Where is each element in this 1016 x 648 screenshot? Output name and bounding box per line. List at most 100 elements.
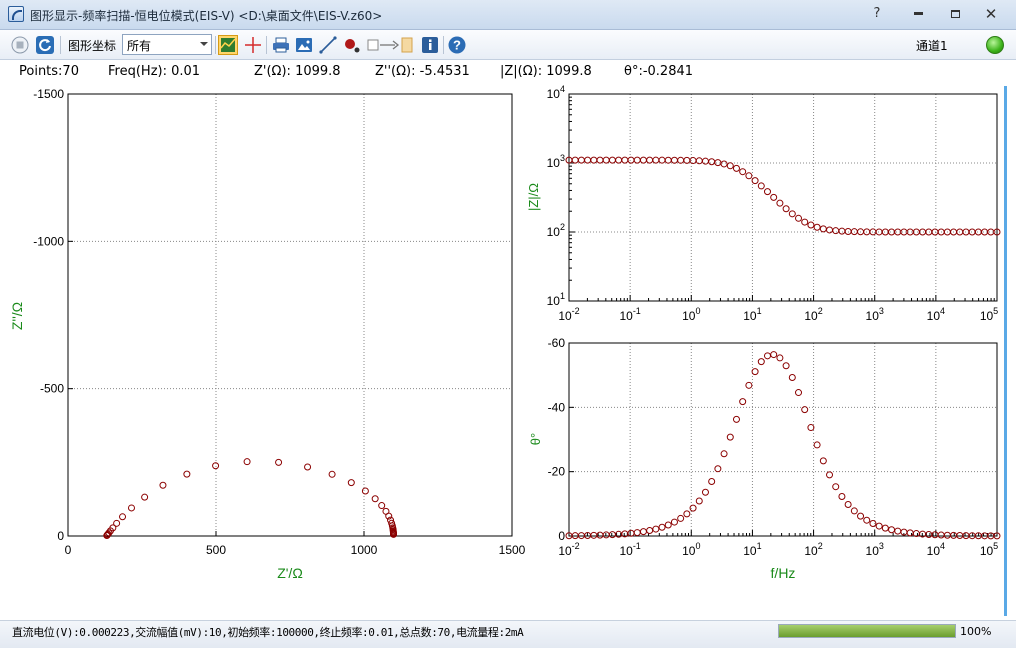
help-window-button[interactable]: ? — [862, 4, 892, 24]
bode-phase-y-tick-label: -20 — [548, 465, 566, 479]
data-point — [844, 227, 852, 235]
nyquist-x-tick-label: 1500 — [499, 543, 526, 557]
close-button[interactable]: ✕ — [976, 4, 1006, 24]
bode-phase-x-tick-label: 103 — [866, 541, 884, 558]
nyquist-x-axis-label: Z'/Ω — [277, 565, 303, 581]
data-point — [770, 193, 778, 201]
data-point — [801, 218, 809, 226]
data-point — [608, 156, 616, 164]
crosshair-icon[interactable] — [243, 35, 263, 55]
info-icon[interactable] — [420, 35, 440, 55]
image-icon[interactable] — [294, 35, 314, 55]
stop-icon[interactable] — [10, 35, 30, 55]
data-point — [937, 531, 945, 539]
export-arrow-icon[interactable] — [367, 35, 415, 55]
minimize-button[interactable] — [903, 4, 933, 24]
data-point — [881, 524, 889, 532]
data-point — [639, 156, 647, 164]
data-point — [745, 172, 753, 180]
data-point — [739, 168, 747, 176]
data-point — [776, 354, 784, 362]
data-point — [664, 521, 672, 529]
bode-modulus-y-tick-label: 101 — [547, 291, 565, 308]
plot-canvas[interactable]: 0 500 1000 1500-1500-1000-5000Z'/ΩZ''/Ω 10-2… — [0, 84, 1016, 620]
title-bar: 图形显示-频率扫描-恒电位模式(EIS-V) <D:\桌面文件\EIS-V.z6… — [0, 0, 1016, 30]
data-point — [807, 221, 815, 229]
progress-fill — [779, 625, 955, 637]
bode-phase-x-tick-label: 105 — [980, 541, 998, 558]
data-point — [708, 478, 716, 486]
data-point — [141, 493, 149, 501]
marker-tool-icon[interactable] — [342, 35, 362, 55]
coord-select[interactable]: 所有 — [122, 34, 212, 55]
bode-modulus-x-tick-label: 101 — [743, 306, 761, 323]
data-point — [627, 156, 635, 164]
data-point — [596, 156, 604, 164]
maximize-button[interactable] — [940, 4, 970, 24]
nyquist-x-tick-label: 0 — [65, 543, 72, 557]
readout-z-real: Z'(Ω): 1099.8 — [254, 64, 341, 79]
svg-text:?: ? — [453, 38, 461, 53]
toolbar-separator — [266, 36, 267, 54]
data-point — [695, 157, 703, 165]
readout-theta: θ°:-0.2841 — [624, 64, 694, 79]
coord-label: 图形坐标 — [68, 39, 117, 53]
data-point — [900, 228, 908, 236]
data-point — [788, 210, 796, 218]
scrollbar[interactable] — [1004, 86, 1007, 616]
data-point — [763, 352, 771, 360]
data-point — [577, 156, 585, 164]
data-point — [243, 458, 251, 466]
data-point — [683, 510, 691, 518]
data-point — [670, 518, 678, 526]
bode-modulus-x-tick-label: 100 — [682, 306, 700, 323]
data-point — [371, 495, 379, 503]
data-point — [602, 156, 610, 164]
data-point — [347, 479, 355, 487]
chart-view-icon[interactable] — [218, 35, 238, 55]
data-point — [826, 226, 834, 234]
data-point — [832, 483, 840, 491]
bode-modulus-y-tick-label: 102 — [547, 222, 565, 239]
bode-modulus-x-tick-label: 10-1 — [619, 306, 640, 323]
data-point — [677, 514, 685, 522]
data-point — [844, 500, 852, 508]
print-icon[interactable] — [271, 35, 291, 55]
bode-modulus-x-tick-label: 102 — [804, 306, 822, 323]
data-point — [857, 512, 865, 520]
window-title: 图形显示-频率扫描-恒电位模式(EIS-V) <D:\桌面文件\EIS-V.z6… — [30, 9, 383, 23]
readout-points: Points:70 — [19, 64, 79, 79]
bode-phase-y-axis-label: θ° — [528, 433, 543, 445]
data-point — [795, 214, 803, 222]
readout-z-mod: |Z|(Ω): 1099.8 — [500, 64, 592, 79]
data-point — [782, 362, 790, 370]
data-point — [906, 529, 914, 537]
bode-modulus-y-tick-label: 103 — [547, 153, 565, 170]
data-point — [788, 374, 796, 382]
data-point — [127, 504, 135, 512]
data-point — [590, 531, 598, 539]
data-point — [658, 156, 666, 164]
data-point — [677, 156, 685, 164]
line-tool-icon[interactable] — [318, 35, 338, 55]
data-point — [795, 389, 803, 397]
data-point — [633, 529, 641, 537]
data-point — [888, 526, 896, 534]
data-point — [664, 156, 672, 164]
data-point — [757, 182, 765, 190]
data-point — [670, 156, 678, 164]
data-point — [627, 529, 635, 537]
help-icon[interactable]: ? — [447, 35, 467, 55]
data-point — [714, 465, 722, 473]
data-point — [732, 415, 740, 423]
data-point — [639, 528, 647, 536]
bode-phase-frame — [568, 342, 998, 537]
nyquist-x-tick-label: 500 — [206, 543, 226, 557]
bode-phase-x-tick-label: 104 — [927, 541, 945, 558]
data-point — [159, 481, 167, 489]
nyquist-y-axis-label: Z''/Ω — [9, 302, 25, 330]
data-point — [770, 351, 778, 359]
toolbar: 图形坐标 所有 ? 通道1 — [0, 30, 1016, 60]
refresh-icon[interactable] — [35, 35, 55, 55]
data-point — [361, 487, 369, 495]
